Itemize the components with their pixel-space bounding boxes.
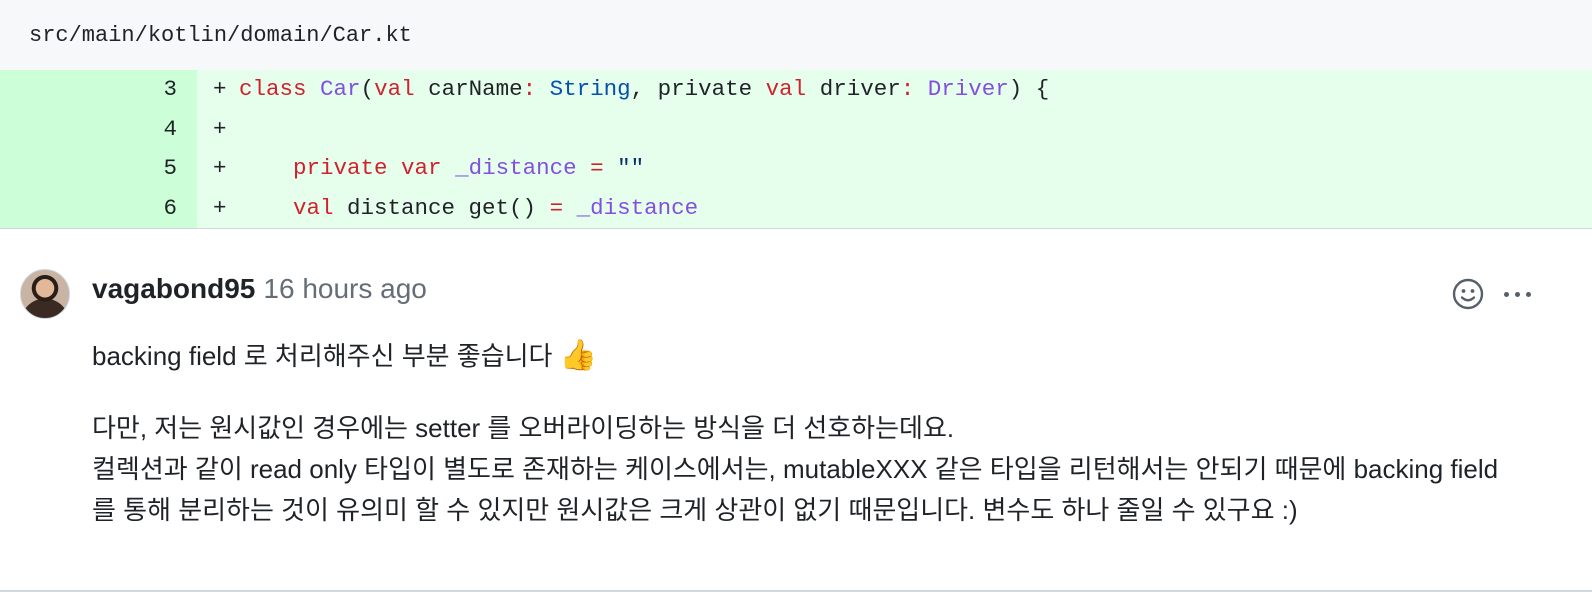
diff-line: 4 + (0, 109, 1592, 149)
code-token: , private (630, 76, 766, 102)
code-token: ( (360, 76, 375, 102)
kebab-dot (1514, 291, 1520, 297)
code-token: Car (320, 76, 361, 102)
diff-hunk: 3 + class Car(val carName: String, privat… (0, 70, 1592, 229)
comment-header: vagabond95 16 hours ago (92, 273, 427, 305)
line-number[interactable]: 6 (0, 188, 197, 228)
comment-timestamp[interactable]: 16 hours ago (263, 273, 426, 305)
code-token: _distance (455, 155, 577, 181)
code-line: + (197, 109, 1592, 149)
comment-paragraph: 다만, 저는 원시값인 경우에는 setter 를 오버라이딩하는 방식을 더 … (92, 408, 1512, 531)
added-marker: + (213, 76, 227, 102)
kebab-icon[interactable] (1500, 277, 1534, 311)
code-token: : (900, 76, 915, 102)
line-number[interactable]: 3 (0, 70, 197, 110)
comment-text: 컬렉션과 같이 read only 타입이 별도로 존재하는 케이스에서는, m… (92, 454, 1499, 525)
code-token: _distance (576, 194, 699, 221)
code-line: + class Car(val carName: String, private … (197, 70, 1592, 110)
code-token: private (293, 155, 388, 181)
comment-body: backing field 로 처리해주신 부분 좋습니다 👍 다만, 저는 원… (92, 335, 1512, 531)
code-token: var (401, 155, 442, 181)
file-path[interactable]: src/main/kotlin/domain/Car.kt (29, 23, 412, 48)
code-token: = (549, 194, 564, 221)
diff-line: 6 + val distance get() = _distance (0, 188, 1592, 228)
code-token: String (536, 76, 631, 102)
code-token: = (590, 155, 604, 181)
code-token: class (239, 76, 307, 102)
comment-text: backing field 로 처리해주신 부분 좋습니다 (92, 341, 560, 371)
code-token: driver (806, 76, 901, 102)
kebab-dot (1525, 291, 1531, 297)
smiley-icon[interactable] (1452, 278, 1484, 310)
code-token: distance get() (333, 194, 537, 221)
thumbs-up-icon: 👍 (559, 339, 598, 372)
code-token: Driver (914, 76, 1009, 102)
file-path-header[interactable]: src/main/kotlin/domain/Car.kt (0, 0, 1592, 70)
added-marker: + (213, 155, 227, 181)
line-number[interactable]: 5 (0, 149, 197, 189)
added-marker: + (213, 115, 227, 142)
added-marker: + (213, 194, 227, 221)
code-token: val (293, 194, 334, 221)
code-token: val (374, 76, 415, 102)
comment-paragraph: backing field 로 처리해주신 부분 좋습니다 👍 (92, 335, 1512, 377)
review-thread: src/main/kotlin/domain/Car.kt 3 + class C… (0, 0, 1592, 592)
diff-line: 3 + class Car(val carName: String, privat… (0, 70, 1592, 110)
code-token: ) { (1008, 76, 1050, 102)
comment-text: 다만, 저는 원시값인 경우에는 setter 를 오버라이딩하는 방식을 더 … (92, 413, 955, 443)
code-line: + private var _distance = "" (197, 149, 1592, 189)
code-line: + val distance get() = _distance (197, 188, 1592, 228)
code-token: : (522, 76, 537, 102)
kebab-dot (1503, 291, 1509, 297)
line-number[interactable]: 4 (0, 109, 197, 149)
code-token: carName (414, 76, 523, 102)
comment-author[interactable]: vagabond95 (92, 273, 255, 305)
comment-actions (1452, 277, 1534, 311)
code-token: "" (617, 155, 645, 181)
avatar[interactable] (20, 269, 70, 319)
diff-line: 5 + private var _distance = "" (0, 149, 1592, 189)
code-token: val (765, 76, 807, 102)
